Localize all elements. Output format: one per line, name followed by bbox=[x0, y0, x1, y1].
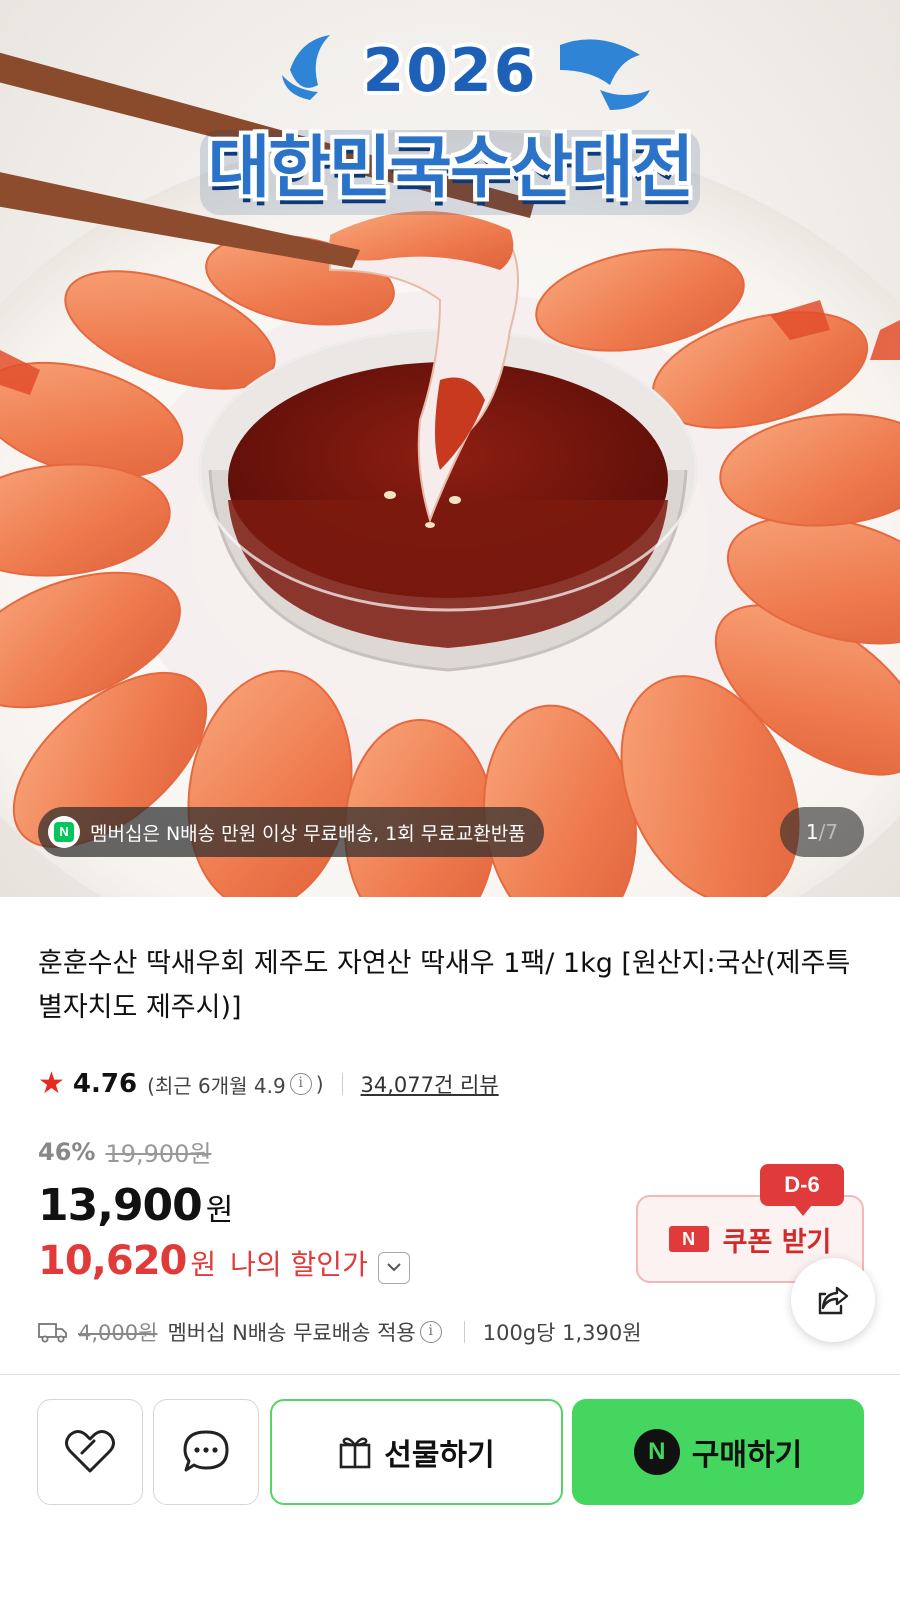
share-button[interactable] bbox=[791, 1258, 875, 1342]
divider bbox=[463, 1321, 465, 1343]
coupon-n-icon: N bbox=[668, 1226, 709, 1252]
coupon-dday-badge: D-6 bbox=[760, 1164, 844, 1216]
review-count-link[interactable]: 34,077건 리뷰 bbox=[361, 1069, 499, 1099]
shipping-row: 4,000원 멤버십 N배송 무료배송 적용 i 100g당 1,390원 bbox=[38, 1312, 642, 1352]
sale-price: 13,900 bbox=[38, 1180, 203, 1231]
original-price: 19,900원 bbox=[105, 1140, 212, 1168]
page-current: 1 bbox=[805, 820, 819, 844]
gift-button[interactable]: 선물하기 bbox=[270, 1399, 563, 1505]
sale-price-currency: 원 bbox=[205, 1193, 234, 1228]
my-discount-price-row[interactable]: 10,620 원 나의 할인가 bbox=[38, 1238, 410, 1286]
truck-icon bbox=[38, 1323, 67, 1343]
divider bbox=[341, 1073, 343, 1095]
product-image-carousel[interactable]: 2026 대한민국수산대전 N 멤버십은 N배송 만원 이상 무료배송, 1회 … bbox=[0, 0, 900, 897]
my-discount-price-currency: 원 bbox=[190, 1248, 217, 1281]
product-title: 훈훈수산 딱새우회 제주도 자연산 딱새우 1팩/ 1kg [원산지:국산(제주… bbox=[38, 948, 851, 1023]
shipping-notice: 멤버십 N배송 무료배송 적용 bbox=[167, 1321, 416, 1345]
naver-n-icon: N bbox=[633, 1429, 680, 1475]
unit-price: 100g당 1,390원 bbox=[482, 1321, 642, 1345]
buy-label: 구매하기 bbox=[691, 1438, 803, 1473]
section-divider bbox=[0, 1374, 900, 1375]
wishlist-button[interactable] bbox=[37, 1399, 143, 1505]
gift-icon bbox=[339, 1437, 371, 1469]
rating-recent-close: ) bbox=[315, 1072, 324, 1096]
sale-price-row: 13,900 원 bbox=[38, 1180, 233, 1231]
event-year: 2026 bbox=[362, 36, 538, 106]
talk-button[interactable] bbox=[153, 1399, 259, 1505]
discount-row: 46% 19,900원 bbox=[38, 1134, 212, 1169]
membership-notice[interactable]: N 멤버십은 N배송 만원 이상 무료배송, 1회 무료교환반품 bbox=[38, 807, 544, 857]
my-discount-price: 10,620 bbox=[38, 1238, 187, 1284]
event-name: 대한민국수산대전 bbox=[207, 129, 694, 208]
chevron-down-icon[interactable] bbox=[377, 1252, 410, 1284]
buy-button[interactable]: N 구매하기 bbox=[572, 1399, 864, 1505]
heart-icon bbox=[65, 1430, 115, 1473]
my-discount-label: 나의 할인가 bbox=[230, 1248, 368, 1281]
shipping-info-icon[interactable]: i bbox=[419, 1321, 442, 1343]
chat-bubble-icon bbox=[183, 1430, 229, 1472]
original-shipping-fee: 4,000원 bbox=[78, 1321, 158, 1345]
coupon-label: 쿠폰 받기 bbox=[722, 1226, 832, 1258]
info-icon[interactable]: i bbox=[289, 1073, 312, 1095]
discount-rate: 46% bbox=[38, 1137, 96, 1166]
star-icon: ★ bbox=[38, 1066, 65, 1101]
gift-label: 선물하기 bbox=[384, 1438, 495, 1473]
page-total: /7 bbox=[818, 820, 839, 844]
rating-row: ★ 4.76 (최근 6개월 4.9 i ) 34,077건 리뷰 bbox=[38, 1064, 499, 1104]
membership-notice-text: 멤버십은 N배송 만원 이상 무료배송, 1회 무료교환반품 bbox=[90, 822, 526, 845]
share-icon bbox=[818, 1286, 849, 1315]
naver-n-icon: N bbox=[48, 816, 80, 848]
rating-recent: (최근 6개월 4.9 bbox=[147, 1073, 286, 1098]
rating-score: 4.76 bbox=[72, 1069, 138, 1099]
image-page-indicator: 1 /7 bbox=[780, 807, 864, 857]
